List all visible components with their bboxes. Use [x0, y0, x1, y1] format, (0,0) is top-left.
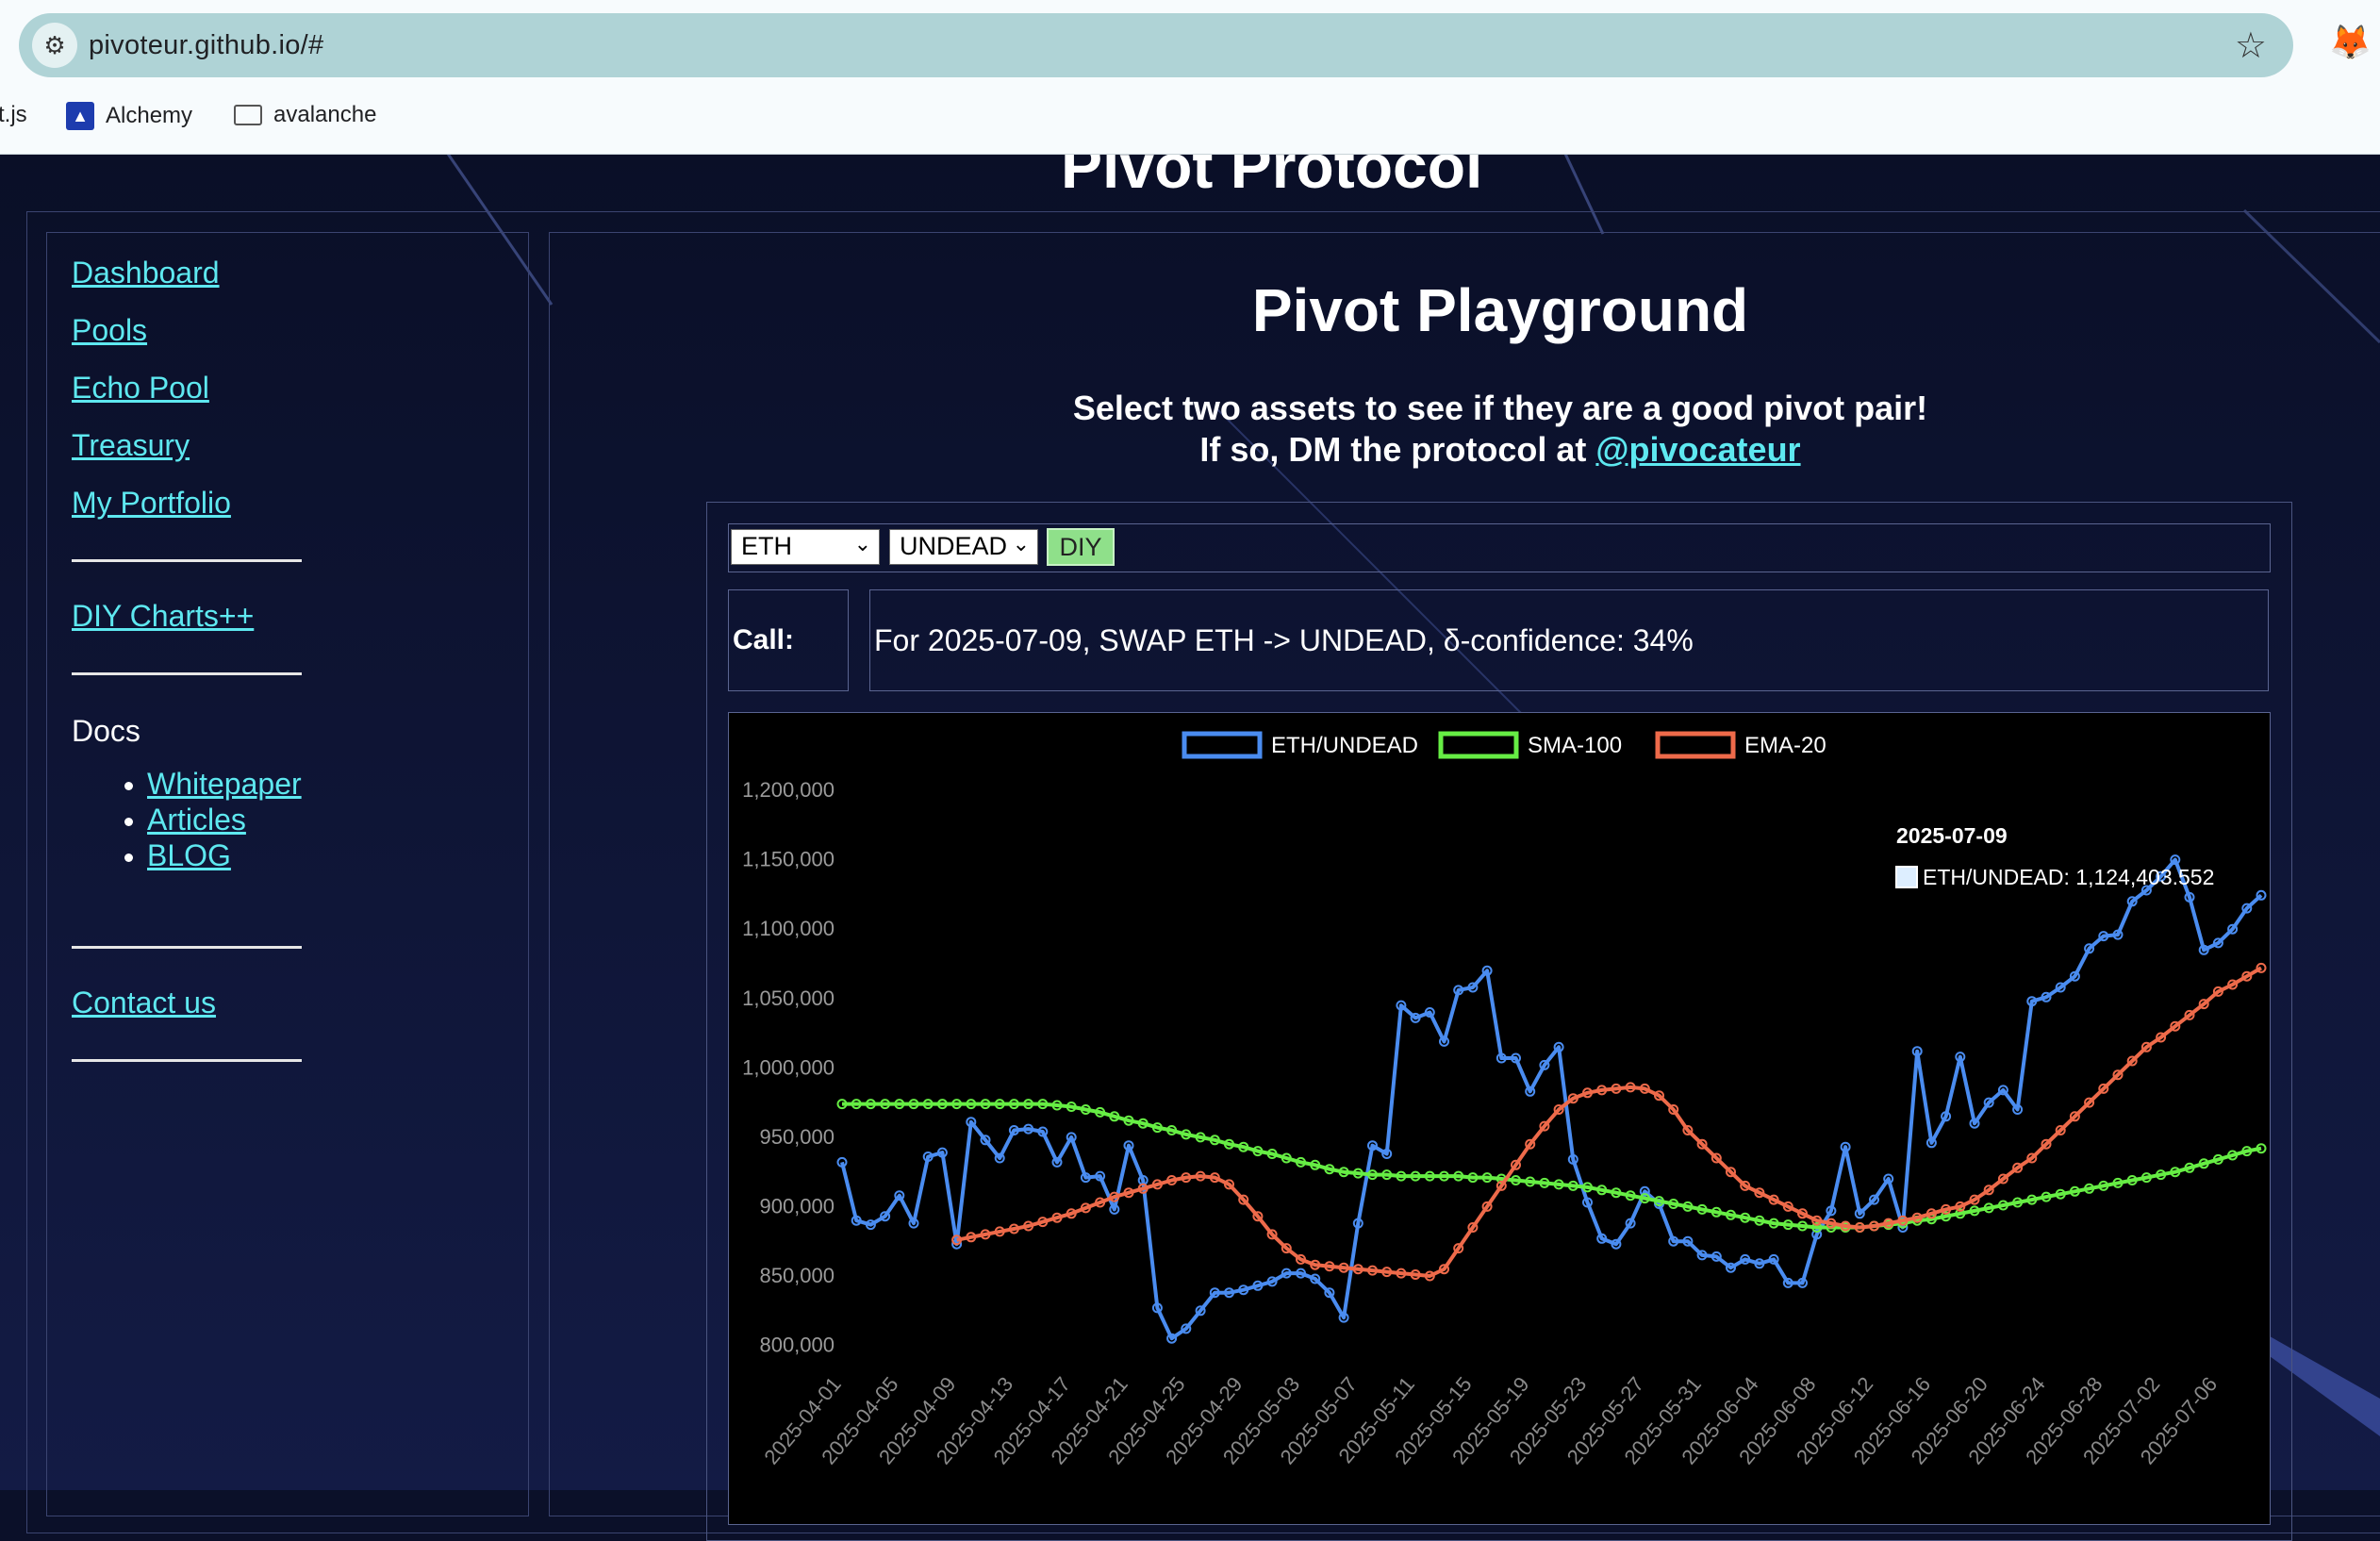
docs-list: Whitepaper Articles BLOG: [72, 767, 302, 874]
list-item: Whitepaper: [147, 767, 302, 803]
asset-a-select[interactable]: ETH ⌄: [731, 529, 880, 565]
nav-link-pools[interactable]: Pools: [72, 313, 147, 348]
metamask-extension-icon[interactable]: 🦊: [2329, 23, 2372, 62]
twitter-handle-link[interactable]: @pivocateur: [1595, 430, 1800, 469]
list-item: Articles: [147, 803, 302, 838]
address-bar[interactable]: ⚙ pivoteur.github.io/# ☆: [19, 13, 2293, 77]
main-content: Pivot Playground Select two assets to se…: [549, 232, 2380, 1541]
bookmark-alchemy[interactable]: ▲ Alchemy: [66, 102, 192, 130]
nav-link-dashboard[interactable]: Dashboard: [72, 256, 220, 290]
tooltip-swatch: [1895, 866, 1918, 888]
site-info-icon[interactable]: ⚙: [32, 23, 77, 68]
bookmark-item[interactable]: t.js: [0, 102, 27, 128]
subtitle-prefix: If so, DM the protocol at: [1199, 430, 1596, 469]
folder-icon: [234, 105, 262, 125]
call-label: Call:: [728, 589, 849, 691]
y-tick-label: 900,000: [759, 1194, 835, 1218]
legend-swatch: [1182, 731, 1263, 759]
asset-a-value: ETH: [741, 532, 792, 560]
list-item: BLOG: [147, 838, 302, 874]
asset-b-select[interactable]: UNDEAD ⌄: [889, 529, 1038, 565]
legend-swatch: [1438, 731, 1519, 759]
asset-b-value: UNDEAD: [900, 532, 1008, 560]
docs-heading: Docs: [72, 714, 140, 748]
legend-label: EMA-20: [1744, 733, 1826, 758]
sidebar-divider: [72, 1059, 302, 1062]
legend-label: ETH/UNDEAD: [1271, 733, 1418, 758]
nav-link-my-portfolio[interactable]: My Portfolio: [72, 486, 231, 521]
page-subtitle: Select two assets to see if they are a g…: [550, 388, 2380, 471]
tooltip-title: 2025-07-09: [1896, 823, 2008, 848]
alchemy-icon: ▲: [66, 102, 94, 130]
sidebar-divider: [72, 559, 302, 562]
nav-link-treasury[interactable]: Treasury: [72, 428, 190, 463]
playground-panel: ETH ⌄ UNDEAD ⌄ DIY Call: For 2025-07-09,…: [706, 502, 2292, 1541]
y-tick-label: 1,100,000: [742, 917, 835, 940]
call-text: For 2025-07-09, SWAP ETH -> UNDEAD, δ-co…: [869, 589, 2269, 691]
sidebar-divider: [72, 672, 302, 675]
bookmark-folder-avalanche[interactable]: avalanche: [234, 102, 376, 128]
y-tick-label: 1,200,000: [742, 778, 835, 802]
y-tick-label: 950,000: [759, 1125, 835, 1149]
bookmark-label: t.js: [0, 102, 27, 127]
chevron-down-icon: ⌄: [1012, 532, 1030, 555]
bookmark-star-icon[interactable]: ☆: [2235, 25, 2267, 67]
page-title: Pivot Playground: [1251, 276, 1749, 344]
legend-label: SMA-100: [1528, 733, 1622, 758]
y-tick-label: 1,050,000: [742, 986, 835, 1010]
chart-container[interactable]: 800,000 850,000 900,000 950,000 1,000,000 1,0…: [728, 712, 2271, 1525]
browser-chrome: ⚙ pivoteur.github.io/# ☆ 🦊 t.js ▲ Alchem…: [0, 0, 2380, 155]
series-line: [956, 966, 2263, 1278]
y-tick-label: 1,150,000: [742, 848, 835, 871]
nav-link-contact-us[interactable]: Contact us: [72, 986, 216, 1020]
subtitle-line-2: If so, DM the protocol at @pivocateur: [550, 429, 2380, 471]
docs-link-blog[interactable]: BLOG: [147, 838, 231, 872]
y-tick-label: 800,000: [759, 1334, 835, 1357]
diy-button[interactable]: DIY: [1047, 528, 1115, 566]
y-tick-label: 1,000,000: [742, 1055, 835, 1079]
sidebar-divider: [72, 946, 302, 949]
tooltip-label: ETH/UNDEAD: 1,124,403.552: [1923, 865, 2214, 889]
series-line: [840, 857, 2263, 1341]
chevron-down-icon: ⌄: [853, 532, 871, 555]
bookmark-label: Alchemy: [106, 103, 193, 128]
docs-link-articles[interactable]: Articles: [147, 803, 246, 837]
url-text[interactable]: pivoteur.github.io/#: [89, 30, 323, 61]
legend-swatch: [1655, 731, 1736, 759]
nav-link-diy-charts[interactable]: DIY Charts++: [72, 599, 254, 634]
sidebar-nav: Dashboard Pools Echo Pool Treasury My Po…: [46, 232, 529, 1516]
y-tick-label: 850,000: [759, 1264, 835, 1287]
nav-link-echo-pool[interactable]: Echo Pool: [72, 371, 209, 406]
subtitle-line: Select two assets to see if they are a g…: [1072, 389, 1928, 427]
bookmarks-bar: t.js ▲ Alchemy avalanche: [0, 98, 2380, 136]
data-point: [2256, 889, 2267, 901]
asset-controls: ETH ⌄ UNDEAD ⌄ DIY: [728, 523, 2271, 572]
docs-link-whitepaper[interactable]: Whitepaper: [147, 767, 302, 801]
line-chart[interactable]: 800,000 850,000 900,000 950,000 1,000,000 1,0…: [729, 713, 2270, 1524]
bookmark-label: avalanche: [273, 102, 377, 127]
